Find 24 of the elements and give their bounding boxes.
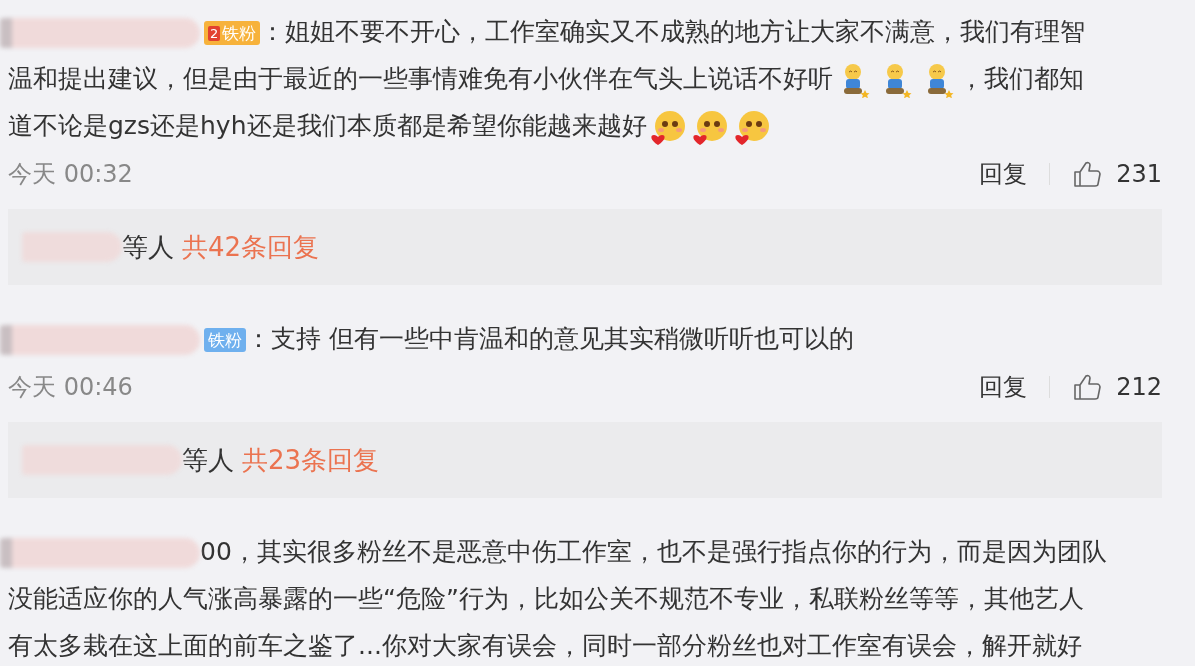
heart-emoji-icon: [649, 109, 686, 145]
comment-text: 道不论是gzs还是hyh还是我们本质都是希望你能越来越好: [8, 111, 647, 140]
thumbs-up-icon[interactable]: [1072, 159, 1103, 189]
comment-text: ：姐姐不要不开心，工作室确实又不成熟的地方让大家不满意，我们有理智: [260, 17, 1086, 46]
heart-emoji-icon: [691, 109, 728, 145]
heart-emoji-icon: [733, 109, 770, 145]
comment-text: 有太多栽在这上面的前车之鉴了...你对大家有误会，同时一部分粉丝也对工作室有误会，解开就好: [8, 631, 1082, 660]
thumbs-up-icon[interactable]: [1072, 372, 1103, 402]
comment-text: ，我们都知: [959, 64, 1084, 93]
comment-time: 今天 00:46: [8, 372, 134, 403]
reply-button[interactable]: 回复: [979, 158, 1028, 190]
like-count: 231: [1116, 160, 1162, 188]
replies-users: 等人: [182, 443, 234, 477]
comment-text: 温和提出建议，但是由于最近的一些事情难免有小伙伴在气头上说话不好听: [8, 64, 833, 93]
replies-users: 等人: [122, 230, 174, 264]
comment-text: ：支持 但有一些中肯温和的意见其实稍微听听也可以的: [246, 324, 854, 353]
like-count: 212: [1116, 373, 1162, 401]
badge-label: 铁粉: [222, 22, 257, 45]
reply-button[interactable]: 回复: [979, 371, 1028, 403]
badge-label: 铁粉: [208, 329, 242, 352]
comment-text: 没能适应你的人气涨高暴露的一些“危险”行为，比如公关不规范不专业，私联粉丝等等，其他艺人: [8, 584, 1084, 613]
level-tag: 2: [208, 25, 221, 41]
comment-time: 今天 00:32: [8, 159, 134, 190]
comment-text: 00，其实很多粉丝不是恶意中伤工作室，也不是强行指点你的行为，而是因为团队: [200, 537, 1107, 566]
